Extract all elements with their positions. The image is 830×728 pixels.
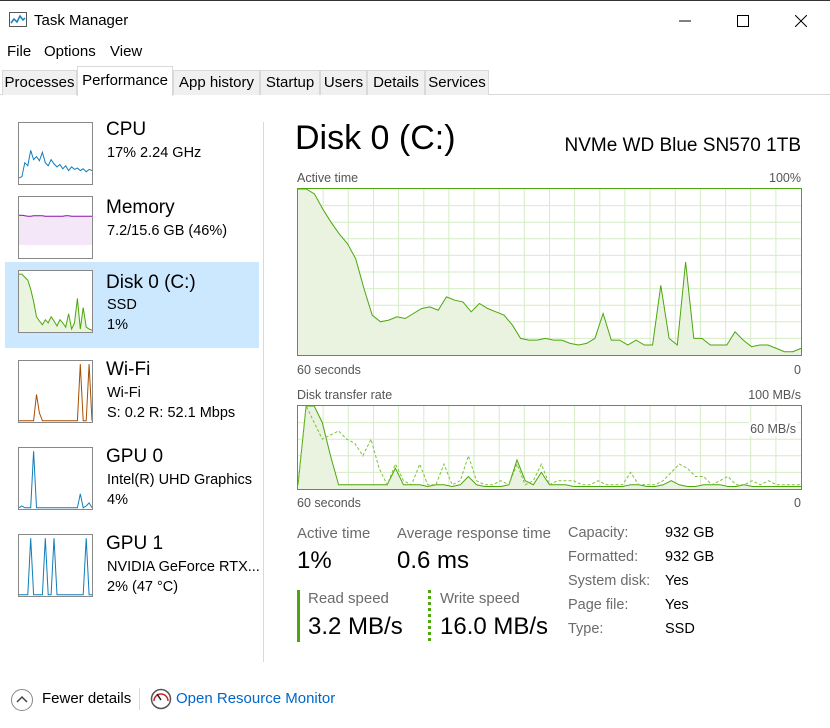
page-file-label: Page file: — [568, 597, 629, 613]
transfer-rate-mid-label: 60 MB/s — [749, 422, 797, 436]
tab-users[interactable]: Users — [320, 70, 367, 95]
capacity-value: 932 GB — [665, 525, 715, 541]
active-time-value: 1% — [297, 547, 332, 574]
active-time-graph — [297, 188, 802, 356]
active-time-max-label: 100% — [769, 171, 801, 185]
active-time-graph-label: Active time — [297, 171, 359, 185]
write-speed-label: Write speed — [440, 590, 520, 607]
capacity-label: Capacity: — [568, 525, 629, 541]
read-speed-label: Read speed — [308, 590, 389, 607]
sidebar-item-title: GPU 0 — [106, 446, 164, 467]
maximize-button[interactable] — [714, 1, 772, 41]
gpu0-thumbnail-graph — [18, 447, 93, 510]
sidebar-item-title: Memory — [106, 197, 175, 218]
formatted-label: Formatted: — [568, 549, 639, 565]
transfer-rate-graph-label: Disk transfer rate — [297, 388, 393, 402]
type-value: SSD — [665, 621, 695, 637]
formatted-value: 932 GB — [665, 549, 715, 565]
transfer-rate-min-label: 0 — [794, 496, 801, 510]
menu-options[interactable]: Options — [44, 43, 96, 60]
avg-response-value: 0.6 ms — [397, 547, 470, 574]
chevron-up-icon[interactable] — [10, 688, 34, 712]
sidebar-item-detail: Wi-Fi — [107, 385, 141, 401]
cpu-thumbnail-graph — [18, 122, 93, 185]
memory-thumbnail-graph — [18, 196, 93, 259]
sidebar-item-detail: SSD — [107, 297, 137, 313]
sidebar-item-detail: 2% (47 °C) — [107, 579, 179, 595]
write-speed-value: 16.0 MB/s — [440, 613, 549, 640]
tab-services[interactable]: Services — [425, 70, 489, 95]
sidebar-item-detail: S: 0.2 R: 52.1 Mbps — [107, 405, 236, 421]
page-file-value: Yes — [665, 597, 689, 613]
transfer-rate-graph: 60 MB/s — [297, 405, 802, 490]
sidebar-item-detail: 7.2/15.6 GB (46%) — [107, 223, 228, 239]
resource-monitor-icon[interactable] — [150, 688, 172, 710]
tab-processes[interactable]: Processes — [2, 70, 77, 95]
footer: Fewer details Open Resource Monitor — [0, 680, 830, 720]
wifi-thumbnail-graph — [18, 360, 93, 423]
sidebar-item-gpu-1[interactable]: GPU 1 NVIDIA GeForce RTX... 2% (47 °C) — [5, 533, 260, 619]
page-title: Disk 0 (C:) — [295, 119, 456, 157]
system-disk-label: System disk: — [568, 573, 651, 589]
sidebar-item-title: Wi-Fi — [106, 359, 151, 380]
tab-app-history[interactable]: App history — [173, 70, 260, 95]
read-speed-indicator — [297, 590, 300, 642]
thumbnail-line — [19, 538, 92, 596]
active-time-label: Active time — [297, 525, 371, 542]
task-manager-icon — [9, 12, 27, 27]
close-button[interactable] — [772, 1, 830, 41]
sidebar-item-title: CPU — [106, 119, 147, 140]
fewer-details-button[interactable]: Fewer details — [42, 690, 131, 707]
menu-file[interactable]: File — [7, 43, 31, 60]
sidebar-item-disk[interactable]: Disk 0 (C:) SSD 1% — [5, 262, 259, 348]
avg-response-label: Average response time — [397, 525, 551, 542]
menu-bar: File Options View — [0, 40, 830, 64]
maximize-icon — [737, 15, 749, 27]
sidebar-item-detail: 4% — [107, 492, 128, 508]
sidebar-item-detail: Intel(R) UHD Graphics — [107, 472, 253, 488]
tab-performance[interactable]: Performance — [77, 66, 173, 96]
tab-details[interactable]: Details — [367, 70, 425, 95]
gpu1-thumbnail-graph — [18, 534, 93, 597]
sidebar-item-detail: 1% — [107, 317, 128, 333]
type-label: Type: — [568, 621, 604, 637]
footer-divider — [139, 688, 140, 710]
disk-thumbnail-graph — [18, 270, 93, 333]
thumbnail-area — [19, 215, 92, 245]
sidebar-item-detail: NVIDIA GeForce RTX... — [107, 559, 260, 575]
resource-list: CPU 17% 2.24 GHz Memory 7.2/15.6 GB (46%… — [0, 96, 263, 662]
thumbnail-line — [19, 451, 92, 509]
thumbnail-line — [19, 214, 92, 217]
tab-bar: Processes Performance App history Startu… — [0, 66, 830, 96]
sidebar-divider — [263, 122, 264, 662]
window-title: Task Manager — [34, 12, 129, 29]
menu-view[interactable]: View — [110, 43, 142, 60]
open-resource-monitor-link[interactable]: Open Resource Monitor — [176, 690, 335, 707]
sidebar-item-title: Disk 0 (C:) — [106, 272, 196, 293]
transfer-rate-xlabel: 60 seconds — [297, 496, 361, 510]
disk-model: NVMe WD Blue SN570 1TB — [564, 135, 801, 156]
active-time-xlabel: 60 seconds — [297, 363, 361, 377]
title-bar: Task Manager — [0, 0, 830, 40]
minimize-icon — [679, 20, 691, 22]
sidebar-item-gpu-0[interactable]: GPU 0 Intel(R) UHD Graphics 4% — [5, 446, 259, 532]
tab-startup[interactable]: Startup — [260, 70, 320, 95]
active-time-min-label: 0 — [794, 363, 801, 377]
thumbnail-line — [19, 364, 92, 422]
system-disk-value: Yes — [665, 573, 689, 589]
sidebar-item-wifi[interactable]: Wi-Fi Wi-Fi S: 0.2 R: 52.1 Mbps — [5, 358, 259, 444]
sidebar-item-title: GPU 1 — [106, 533, 164, 554]
thumbnail-line — [19, 150, 92, 179]
minimize-button[interactable] — [656, 1, 714, 41]
transfer-rate-max-label: 100 MB/s — [748, 388, 801, 402]
close-icon — [795, 15, 807, 27]
read-speed-value: 3.2 MB/s — [308, 613, 403, 640]
sidebar-item-detail: 17% 2.24 GHz — [107, 145, 202, 161]
write-speed-indicator — [428, 590, 431, 642]
